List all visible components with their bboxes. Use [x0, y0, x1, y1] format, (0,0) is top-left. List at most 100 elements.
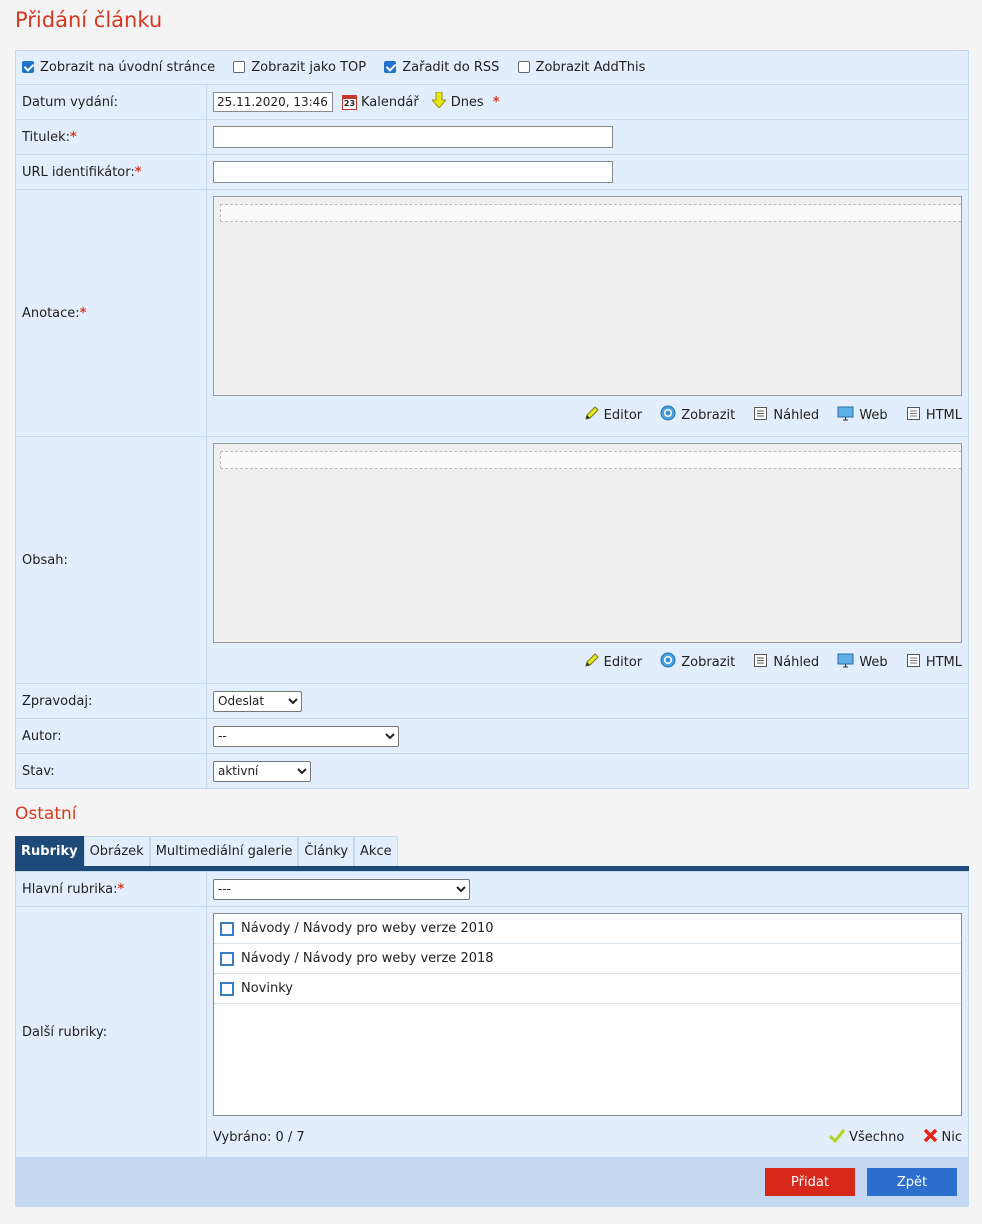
reporter-label: Zpravodaj:	[15, 683, 207, 719]
radio-icon	[660, 652, 676, 672]
list-item[interactable]: Návody / Návody pro weby verze 2018	[214, 944, 961, 974]
date-label: Datum vydání:	[15, 84, 207, 120]
content-editor-area[interactable]	[220, 451, 961, 469]
web-mode-button[interactable]: Web	[837, 406, 888, 425]
required-star: *	[79, 305, 87, 321]
list-item[interactable]: Návody / Návody pro weby verze 2010	[214, 914, 961, 944]
pencil-icon	[584, 653, 599, 672]
preview-mode-label: Náhled	[773, 655, 820, 670]
document-preview-icon	[753, 406, 768, 425]
title-input[interactable]	[213, 126, 613, 148]
cross-icon	[923, 1128, 938, 1147]
title-label: Titulek:	[22, 129, 71, 145]
flag-addthis-label: Zobrazit AddThis	[535, 60, 646, 75]
url-label: URL identifikátor:	[22, 164, 135, 180]
category-label: Návody / Návody pro weby verze 2010	[241, 921, 494, 936]
category-label: Návody / Návody pro weby verze 2018	[241, 951, 494, 966]
radio-icon	[660, 405, 676, 425]
html-mode-button[interactable]: HTML	[906, 653, 962, 672]
flag-rss[interactable]: Zařadit do RSS	[384, 60, 499, 75]
content-editor-toolbar: Editor Zobrazit Náhled Web HTML	[213, 643, 962, 679]
monitor-icon	[837, 653, 854, 672]
required-star: *	[117, 881, 125, 897]
url-input[interactable]	[213, 161, 613, 183]
flags-row: Zobrazit na úvodní stránce Zobrazit jako…	[15, 50, 969, 85]
select-all-label: Všechno	[849, 1130, 905, 1145]
required-star: *	[492, 94, 500, 110]
date-input[interactable]	[213, 92, 333, 112]
preview-mode-button[interactable]: Náhled	[753, 406, 819, 425]
categories-form: Hlavní rubrika:* --- Další rubriky: Návo…	[15, 871, 969, 1159]
editor-mode-button[interactable]: Editor	[584, 653, 642, 672]
editor-mode-label: Editor	[603, 408, 643, 423]
author-label: Autor:	[15, 718, 207, 754]
tab-rubriky[interactable]: Rubriky	[15, 836, 84, 866]
select-none-button[interactable]: Nic	[923, 1128, 962, 1147]
page-title: Přidání článku	[15, 8, 163, 32]
preview-mode-label: Náhled	[773, 408, 820, 423]
web-mode-label: Web	[859, 408, 888, 423]
categories-listbox: Návody / Návody pro weby verze 2010 Návo…	[213, 913, 962, 1116]
main-category-select[interactable]: ---	[213, 878, 470, 900]
selected-count: Vybráno: 0 / 7	[213, 1129, 305, 1145]
tab-clanky[interactable]: Články	[298, 836, 355, 866]
html-document-icon	[906, 653, 921, 672]
flag-top[interactable]: Zobrazit jako TOP	[233, 60, 366, 75]
html-mode-label: HTML	[925, 655, 962, 670]
monitor-icon	[837, 406, 854, 425]
checkbox-homepage[interactable]	[22, 61, 34, 73]
calendar-icon[interactable]: 23	[342, 94, 357, 110]
list-item[interactable]: Novinky	[214, 974, 961, 1004]
state-label: Stav:	[15, 753, 207, 789]
show-mode-label: Zobrazit	[681, 654, 736, 670]
author-select[interactable]: --	[213, 725, 399, 747]
annotation-editor-toolbar: Editor Zobrazit Náhled Web HTML	[213, 396, 962, 432]
category-checkbox[interactable]	[220, 981, 234, 996]
checkbox-rss[interactable]	[384, 61, 397, 73]
selection-bar: Vybráno: 0 / 7 Všechno Nic	[213, 1116, 962, 1158]
document-preview-icon	[753, 653, 768, 672]
html-mode-button[interactable]: HTML	[906, 406, 962, 425]
flag-homepage[interactable]: Zobrazit na úvodní stránce	[22, 60, 215, 75]
editor-mode-label: Editor	[603, 655, 643, 670]
checkbox-addthis[interactable]	[517, 61, 530, 73]
checkbox-top[interactable]	[233, 61, 246, 73]
calendar-day: 23	[343, 98, 356, 108]
form-footer: Přidat Zpět	[15, 1157, 969, 1207]
editor-mode-button[interactable]: Editor	[584, 406, 642, 425]
tab-bar: Rubriky Obrázek Multimediální galerie Čl…	[15, 836, 969, 871]
select-none-label: Nic	[941, 1129, 962, 1145]
checkmark-icon	[829, 1128, 846, 1147]
other-categories-label: Další rubriky:	[15, 906, 207, 1159]
category-checkbox[interactable]	[220, 951, 234, 966]
tab-multimedia-gallery[interactable]: Multimediální galerie	[149, 836, 299, 866]
pencil-icon	[584, 406, 599, 425]
html-document-icon	[906, 406, 921, 425]
preview-mode-button[interactable]: Náhled	[753, 653, 819, 672]
add-button[interactable]: Přidat	[765, 1168, 855, 1196]
arrow-down-icon[interactable]	[430, 91, 447, 112]
category-label: Novinky	[241, 981, 293, 996]
html-mode-label: HTML	[925, 408, 962, 423]
required-star: *	[70, 129, 77, 145]
calendar-link[interactable]: Kalendář	[361, 95, 419, 110]
flag-addthis[interactable]: Zobrazit AddThis	[517, 60, 646, 75]
reporter-select[interactable]: Odeslat	[213, 690, 302, 712]
show-mode-button[interactable]: Zobrazit	[660, 652, 735, 672]
web-mode-label: Web	[859, 655, 888, 670]
section-title: Ostatní	[15, 804, 77, 824]
back-button[interactable]: Zpět	[867, 1168, 957, 1196]
flag-top-label: Zobrazit jako TOP	[251, 60, 367, 75]
show-mode-label: Zobrazit	[681, 407, 736, 423]
select-all-button[interactable]: Všechno	[829, 1128, 905, 1147]
tab-akce[interactable]: Akce	[354, 836, 398, 866]
content-editor[interactable]	[213, 443, 962, 643]
show-mode-button[interactable]: Zobrazit	[660, 405, 735, 425]
annotation-editor[interactable]	[213, 196, 962, 396]
tab-obrazek[interactable]: Obrázek	[83, 836, 150, 866]
web-mode-button[interactable]: Web	[837, 653, 888, 672]
today-link[interactable]: Dnes	[451, 95, 484, 110]
state-select[interactable]: aktivní	[213, 760, 311, 782]
annotation-editor-area[interactable]	[220, 204, 961, 222]
category-checkbox[interactable]	[220, 921, 234, 936]
